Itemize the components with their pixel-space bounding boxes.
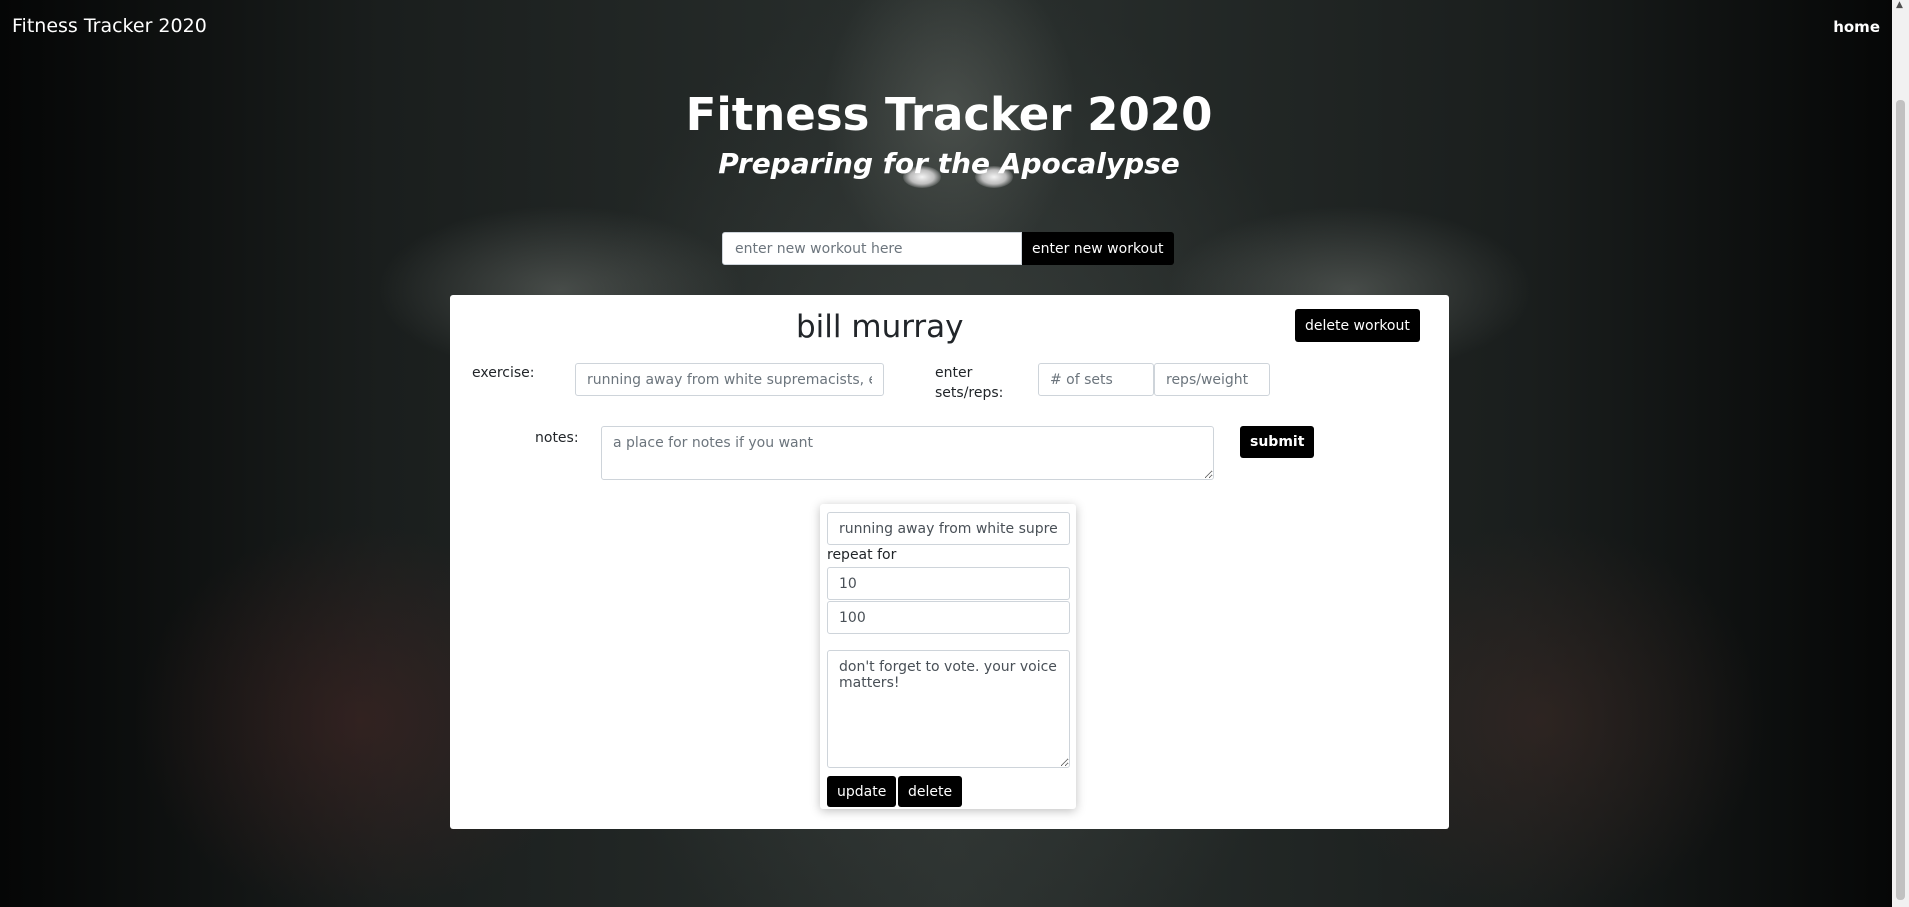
repeat-for-label: repeat for: [827, 547, 897, 563]
update-button[interactable]: update: [827, 776, 897, 807]
exercise-label: exercise:: [472, 365, 535, 381]
entry-reps-input[interactable]: [827, 601, 1070, 634]
notes-textarea[interactable]: [601, 426, 1214, 480]
entry-notes-textarea[interactable]: don't forget to vote. your voice matters…: [827, 650, 1070, 768]
entry-sets-input[interactable]: [827, 567, 1070, 600]
new-workout-form: enter new workout: [722, 232, 1174, 265]
new-workout-input[interactable]: [722, 232, 1022, 265]
enter-new-workout-button[interactable]: enter new workout: [1022, 232, 1174, 265]
entry-exercise-input[interactable]: [827, 512, 1070, 545]
delete-workout-button[interactable]: delete workout: [1295, 309, 1420, 342]
exercise-input[interactable]: [575, 363, 884, 396]
navbar-brand[interactable]: Fitness Tracker 2020: [12, 15, 207, 37]
exercise-entry-card: repeat for don't forget to vote. your vo…: [820, 504, 1076, 809]
workout-title: bill murray: [796, 309, 964, 345]
workout-card: bill murray delete workout exercise: ent…: [450, 295, 1449, 829]
scrollbar-thumb[interactable]: [1896, 100, 1905, 900]
reps-input[interactable]: [1154, 363, 1270, 396]
page-scrollbar[interactable]: ▲: [1892, 0, 1909, 907]
submit-button[interactable]: submit: [1240, 426, 1315, 458]
notes-label: notes:: [535, 430, 579, 446]
sets-reps-label: enter sets/reps:: [935, 365, 1004, 401]
nav-home-link[interactable]: home: [1833, 18, 1880, 36]
sets-input[interactable]: [1038, 363, 1154, 396]
page-title: Fitness Tracker 2020: [685, 88, 1213, 141]
page-subtitle: Preparing for the Apocalypse: [718, 147, 1180, 180]
delete-button[interactable]: delete: [898, 776, 963, 807]
scroll-up-arrow-icon[interactable]: ▲: [1896, 0, 1903, 10]
